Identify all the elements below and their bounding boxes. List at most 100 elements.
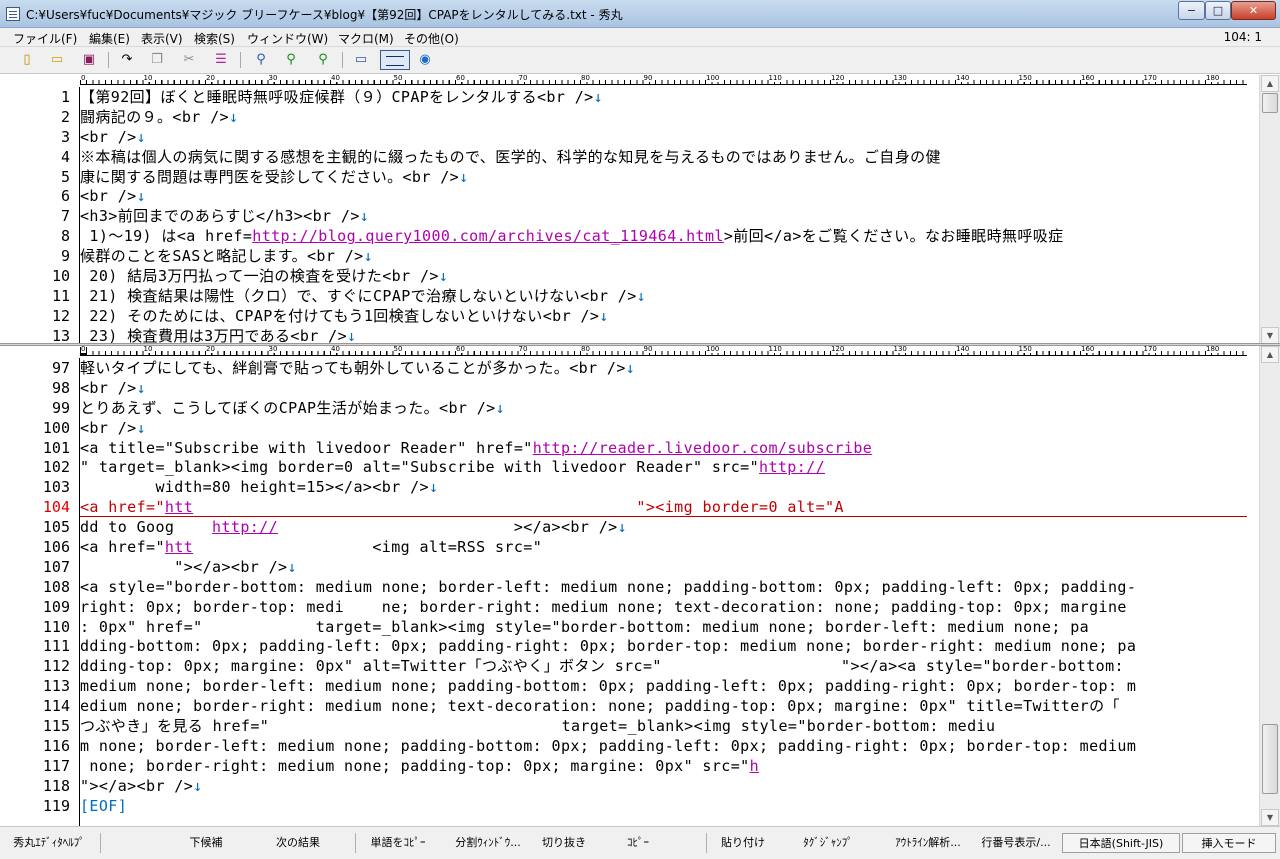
hidemaru-app-icon[interactable] bbox=[6, 7, 20, 21]
globe-icon[interactable]: ◉ bbox=[416, 51, 434, 69]
editor-lines-top[interactable]: 1 【第92回】ぼくと睡眠時無呼吸症候群（９）CPAPをレンタルする<br />↓… bbox=[0, 87, 1255, 346]
scroll-thumb[interactable] bbox=[1262, 724, 1278, 794]
line-text[interactable]: 軽いタイプにしても、絆創膏で貼っても朝外していることが多かった。<br />↓ bbox=[80, 358, 1247, 378]
scroll-thumb[interactable] bbox=[1262, 93, 1278, 113]
line-text[interactable]: 康に関する問題は専門医を受診してください。<br />↓ bbox=[80, 167, 1247, 187]
editor-line[interactable]: 105 dd to Goog http:// ></a><br />↓ bbox=[0, 517, 1255, 537]
url-text[interactable]: http:// bbox=[759, 458, 825, 476]
editor-line[interactable]: 12 22) そのためには、CPAPを付けてもう1回検査しないといけない<br … bbox=[0, 306, 1255, 326]
editor-line[interactable]: 110: 0px" href=" target=_blank><img styl… bbox=[0, 617, 1255, 637]
line-text[interactable]: edium none; border-right: medium none; t… bbox=[80, 696, 1247, 716]
close-button[interactable]: ✕ bbox=[1231, 1, 1276, 20]
status-insert-mode[interactable]: 挿入モード bbox=[1182, 833, 1276, 853]
editor-line[interactable]: 106 <a href="htt <img alt=RSS src=" bbox=[0, 537, 1255, 557]
editor-line[interactable]: 98 <br />↓ bbox=[0, 378, 1255, 398]
line-text[interactable]: medium none; border-left: medium none; p… bbox=[80, 676, 1247, 696]
line-text[interactable]: "></a><br />↓ bbox=[80, 776, 1247, 796]
editor-line[interactable]: 7 <h3>前回までのあらすじ</h3><br />↓ bbox=[0, 206, 1255, 226]
line-text[interactable]: width=80 height=15></a><br />↓ bbox=[80, 477, 1247, 497]
line-text[interactable]: <a href="htt "><img border=0 alt="A bbox=[80, 497, 1247, 517]
editor-line[interactable]: 107 "></a><br />↓ bbox=[0, 557, 1255, 577]
line-text[interactable]: 【第92回】ぼくと睡眠時無呼吸症候群（９）CPAPをレンタルする<br />↓ bbox=[80, 87, 1247, 107]
status-outline[interactable]: ｱｳﾄﾗｲﾝ解析... bbox=[888, 833, 968, 853]
scroll-up-arrow[interactable]: ▲ bbox=[1261, 346, 1279, 363]
editor-line[interactable]: 97 軽いタイプにしても、絆創膏で貼っても朝外していることが多かった。<br />… bbox=[0, 358, 1255, 378]
editor-line[interactable]: 101 <a title="Subscribe with livedoor Rea… bbox=[0, 438, 1255, 458]
scrollbar-bottom[interactable]: ▲ ▼ bbox=[1259, 346, 1280, 826]
editor-line[interactable]: 108 <a style="border-bottom: medium none;… bbox=[0, 577, 1255, 597]
editor-line[interactable]: 112 dding-top: 0px; margine: 0px" alt=Twi… bbox=[0, 656, 1255, 676]
scroll-down-arrow[interactable]: ▼ bbox=[1261, 327, 1279, 344]
line-text[interactable]: 闘病記の９。<br />↓ bbox=[80, 107, 1247, 127]
line-text[interactable]: " target=_blank><img border=0 alt="Subsc… bbox=[80, 457, 1247, 477]
window-icon[interactable]: ▭ bbox=[352, 51, 370, 69]
menu-window[interactable]: ウィンドウ(W) bbox=[247, 30, 328, 47]
editor-line[interactable]: 1 【第92回】ぼくと睡眠時無呼吸症候群（９）CPAPをレンタルする<br />↓ bbox=[0, 87, 1255, 107]
split-window-icon[interactable] bbox=[380, 50, 410, 70]
url-text[interactable]: h bbox=[750, 757, 759, 775]
line-text[interactable]: dding-bottom: 0px; padding-left: 0px; pa… bbox=[80, 636, 1247, 656]
search-down-icon[interactable]: ⚲ bbox=[282, 51, 300, 69]
line-text[interactable]: "></a><br />↓ bbox=[80, 557, 1247, 577]
line-text[interactable]: 1)〜19) は<a href=http://blog.query1000.co… bbox=[80, 226, 1247, 246]
line-text[interactable]: <br />↓ bbox=[80, 186, 1247, 206]
line-text[interactable]: <h3>前回までのあらすじ</h3><br />↓ bbox=[80, 206, 1247, 226]
editor-line[interactable]: 113 medium none; border-left: medium none… bbox=[0, 676, 1255, 696]
url-text[interactable]: http://reader.livedoor.com/subscribe bbox=[533, 439, 873, 457]
editor-line[interactable]: 118 "></a><br />↓ bbox=[0, 776, 1255, 796]
status-paste[interactable]: 貼り付け bbox=[714, 833, 772, 853]
line-text[interactable]: : 0px" href=" target=_blank><img style="… bbox=[80, 617, 1247, 637]
editor-line[interactable]: 8 1)〜19) は<a href=http://blog.query1000.… bbox=[0, 226, 1255, 246]
status-cut[interactable]: 切り抜き bbox=[536, 833, 592, 853]
editor-line[interactable]: 116 m none; border-left: medium none; pad… bbox=[0, 736, 1255, 756]
line-text[interactable]: dding-top: 0px; margine: 0px" alt=Twitte… bbox=[80, 656, 1247, 676]
line-text[interactable]: <br />↓ bbox=[80, 418, 1247, 438]
menu-view[interactable]: 表示(V) bbox=[141, 30, 183, 47]
menu-other[interactable]: その他(O) bbox=[404, 30, 459, 47]
line-text[interactable]: none; border-right: medium none; padding… bbox=[80, 756, 1247, 776]
line-text[interactable]: <a style="border-bottom: medium none; bo… bbox=[80, 577, 1247, 597]
editor-line[interactable]: 99 とりあえず、こうしてぼくのCPAP生活が始まった。<br />↓ bbox=[0, 398, 1255, 418]
editor-lines-bottom[interactable]: 97 軽いタイプにしても、絆創膏で貼っても朝外していることが多かった。<br />… bbox=[0, 358, 1255, 815]
search-icon[interactable]: ⚲ bbox=[252, 51, 270, 69]
line-text[interactable]: とりあえず、こうしてぼくのCPAP生活が始まった。<br />↓ bbox=[80, 398, 1247, 418]
cut-icon[interactable]: ✂ bbox=[180, 51, 198, 69]
editor-line[interactable]: 3 <br />↓ bbox=[0, 127, 1255, 147]
line-text[interactable]: m none; border-left: medium none; paddin… bbox=[80, 736, 1247, 756]
editor-line[interactable]: 100 <br />↓ bbox=[0, 418, 1255, 438]
status-next-candidate[interactable]: 下候補 bbox=[178, 833, 234, 853]
url-text[interactable]: http://blog.query1000.com/archives/cat_1… bbox=[252, 227, 724, 245]
editor-line[interactable]: 103 width=80 height=15></a><br />↓ bbox=[0, 477, 1255, 497]
line-text[interactable]: <a href="htt <img alt=RSS src=" bbox=[80, 537, 1247, 557]
undo-icon[interactable]: ↷ bbox=[118, 51, 136, 69]
paste-icon[interactable]: ☰ bbox=[212, 51, 230, 69]
line-text[interactable]: 候群のことをSASと略記します。<br />↓ bbox=[80, 246, 1247, 266]
menu-macro[interactable]: マクロ(M) bbox=[338, 30, 394, 47]
editor-line[interactable]: 9 候群のことをSASと略記します。<br />↓ bbox=[0, 246, 1255, 266]
line-text[interactable]: <a title="Subscribe with livedoor Reader… bbox=[80, 438, 1247, 458]
editor-line[interactable]: 102 " target=_blank><img border=0 alt="Su… bbox=[0, 457, 1255, 477]
status-copy[interactable]: ｺﾋﾟｰ bbox=[616, 833, 660, 853]
editor-line[interactable]: 2 闘病記の９。<br />↓ bbox=[0, 107, 1255, 127]
editor-line[interactable]: 5 康に関する問題は専門医を受診してください。<br />↓ bbox=[0, 167, 1255, 187]
status-line-numbers[interactable]: 行番号表示/... bbox=[976, 833, 1056, 853]
scrollbar-top[interactable]: ▲ ▼ bbox=[1259, 75, 1280, 344]
status-copy-word[interactable]: 単語をｺﾋﾟｰ bbox=[362, 833, 434, 853]
url-text[interactable]: http:// bbox=[212, 518, 278, 536]
editor-line[interactable]: 4 ※本稿は個人の病気に関する感想を主観的に綴ったもので、医学的、科学的な知見を与… bbox=[0, 147, 1255, 167]
search-up-icon[interactable]: ⚲ bbox=[314, 51, 332, 69]
minimize-button[interactable]: − bbox=[1178, 1, 1205, 20]
url-text[interactable]: htt bbox=[165, 498, 193, 516]
open-folder-icon[interactable]: ▭ bbox=[48, 51, 66, 69]
status-split-window[interactable]: 分割ｳｨﾝﾄﾞｳ... bbox=[450, 833, 526, 853]
editor-line[interactable]: 111 dding-bottom: 0px; padding-left: 0px;… bbox=[0, 636, 1255, 656]
line-text[interactable]: つぶやき」を見る href=" target=_blank><img style… bbox=[80, 716, 1247, 736]
status-encoding[interactable]: 日本語(Shift-JIS) bbox=[1062, 833, 1180, 853]
menu-edit[interactable]: 編集(E) bbox=[89, 30, 130, 47]
editor-line[interactable]: 104 <a href="htt "><img border=0 alt="A bbox=[0, 497, 1255, 517]
line-text[interactable]: [EOF] bbox=[80, 796, 1247, 816]
editor-pane-top[interactable]: 0 10 20 30 40 50 60 70 80 90 100 110 120 130 140 150 160… bbox=[0, 75, 1280, 346]
line-text[interactable]: 21) 検査結果は陽性（クロ）で、すぐにCPAPで治療しないといけない<br /… bbox=[80, 286, 1247, 306]
line-text[interactable]: right: 0px; border-top: medi ne; border-… bbox=[80, 597, 1247, 617]
new-file-icon[interactable]: ▯ bbox=[18, 51, 36, 69]
